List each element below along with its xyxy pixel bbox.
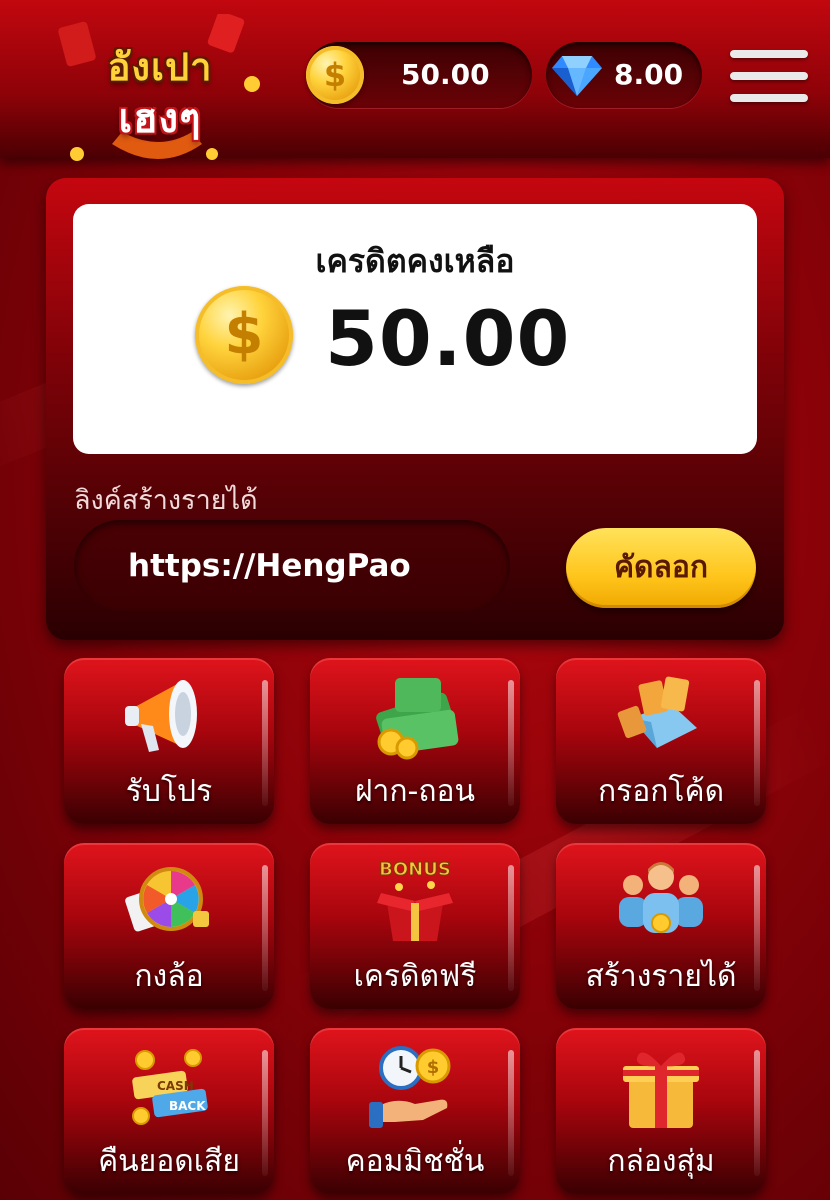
- tile-earn-income[interactable]: สร้างรายได้: [556, 843, 766, 1009]
- tile-label: คอมมิชชั่น: [345, 1144, 485, 1179]
- balance-title: เครดิตคงเหลือ: [315, 242, 515, 280]
- bonus-box-icon: BONUS: [377, 859, 453, 941]
- tile-label: รับโปร: [125, 774, 213, 809]
- gem-balance-pill[interactable]: 8.00: [546, 42, 702, 108]
- tile-commission[interactable]: $ คอมมิชชั่น: [310, 1028, 520, 1194]
- top-bar: อังเปา เฮงๆ $ 50.00 8.00: [0, 0, 830, 161]
- diamond-icon: [552, 56, 602, 96]
- gem-balance-value: 8.00: [614, 58, 684, 91]
- tile-redeem-code[interactable]: กรอกโค้ด: [556, 658, 766, 824]
- app-logo[interactable]: อังเปา เฮงๆ: [52, 14, 267, 164]
- hamburger-menu-button[interactable]: [730, 50, 808, 108]
- svg-text:CASH: CASH: [157, 1079, 194, 1093]
- coin-icon: $: [306, 46, 364, 104]
- tile-deposit-withdraw[interactable]: ฝาก-ถอน: [310, 658, 520, 824]
- coin-balance-value: 50.00: [401, 58, 490, 91]
- coupon-envelope-icon: [617, 676, 697, 748]
- tile-promotion[interactable]: รับโปร: [64, 658, 274, 824]
- referral-link-field[interactable]: https://HengPao: [74, 520, 510, 612]
- megaphone-icon: [125, 680, 197, 752]
- balance-panel: เครดิตคงเหลือ $ 50.00 ลิงค์สร้างรายได้ h…: [46, 178, 784, 640]
- money-stack-icon: [376, 678, 459, 760]
- tile-free-credit[interactable]: BONUS เครดิตฟรี: [310, 843, 520, 1009]
- balance-amount: 50.00: [325, 294, 571, 383]
- tile-cashback[interactable]: CASH BACK คืนยอดเสีย: [64, 1028, 274, 1194]
- coin-balance-pill[interactable]: $ 50.00: [306, 42, 532, 108]
- tile-spin-wheel[interactable]: กงล้อ: [64, 843, 274, 1009]
- prize-wheel-icon: [125, 867, 209, 932]
- svg-text:BACK: BACK: [169, 1099, 206, 1113]
- tile-label: กล่องสุ่ม: [607, 1144, 715, 1179]
- gift-box-icon: [623, 1052, 699, 1128]
- tile-label: ฝาก-ถอน: [354, 774, 476, 809]
- tile-label: สร้างรายได้: [585, 959, 737, 994]
- tile-mystery-box[interactable]: กล่องสุ่ม: [556, 1028, 766, 1194]
- team-users-icon: [619, 862, 703, 933]
- menu-line-icon: [730, 50, 808, 58]
- referral-link-value: https://HengPao: [128, 548, 411, 584]
- menu-line-icon: [730, 94, 808, 102]
- commission-hand-icon: $: [369, 1046, 451, 1128]
- tile-label: เครดิตฟรี: [353, 959, 477, 994]
- logo-text-bottom: เฮงๆ: [118, 96, 202, 142]
- coin-icon: $: [195, 286, 293, 384]
- svg-text:$: $: [427, 1057, 440, 1078]
- cashback-icon: CASH BACK: [132, 1049, 208, 1125]
- svg-text:BONUS: BONUS: [379, 859, 451, 880]
- menu-line-icon: [730, 72, 808, 80]
- balance-card: เครดิตคงเหลือ $ 50.00: [73, 204, 757, 454]
- referral-link-label: ลิงค์สร้างรายได้: [74, 485, 258, 516]
- tile-label: คืนยอดเสีย: [98, 1144, 240, 1179]
- tile-label: กรอกโค้ด: [597, 774, 725, 809]
- tile-label: กงล้อ: [134, 959, 204, 994]
- copy-link-button[interactable]: คัดลอก: [566, 528, 756, 608]
